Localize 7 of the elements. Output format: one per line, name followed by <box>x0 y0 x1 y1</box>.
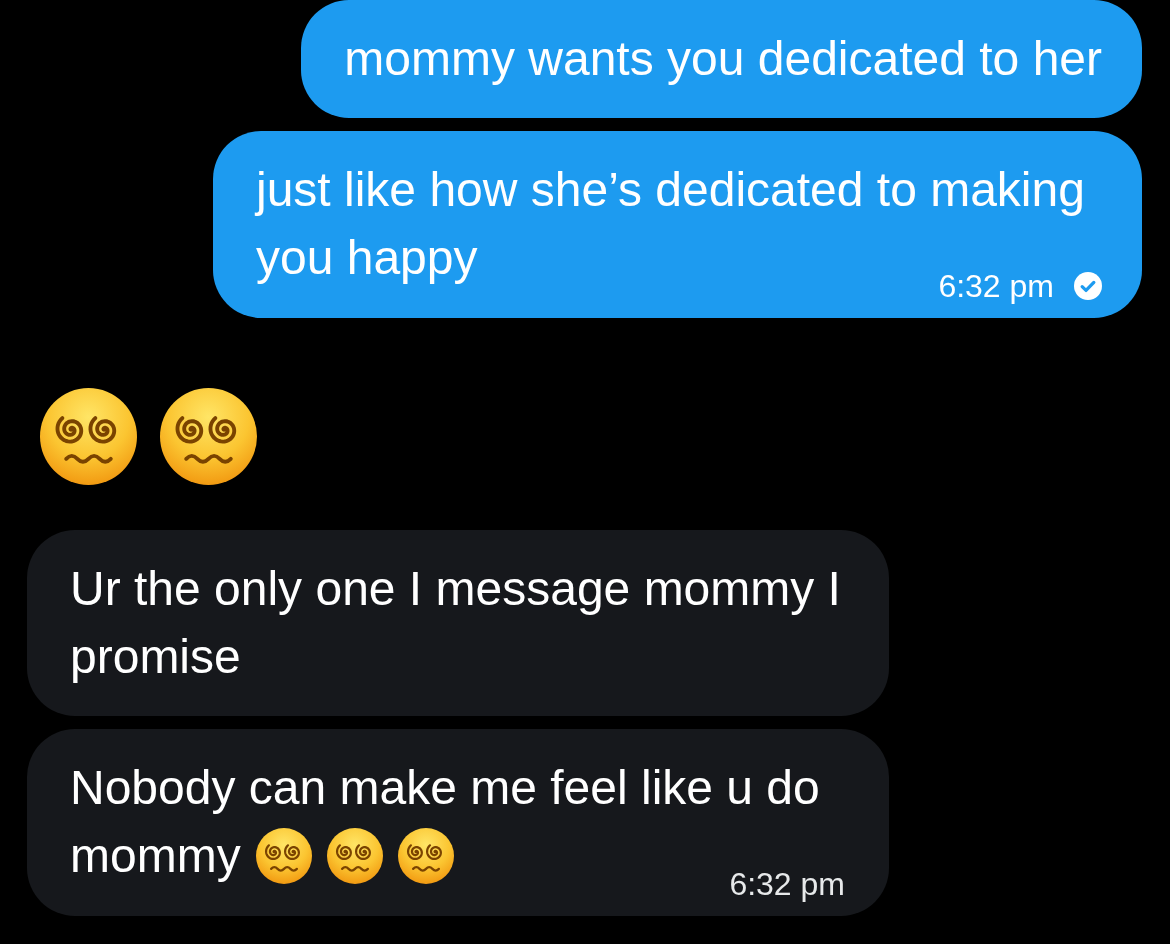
message-text: mommy wants you dedicated to her <box>344 32 1102 85</box>
message-text: Nobody can make me feel like u do <box>70 761 820 814</box>
dizzy-face-icon <box>255 828 312 885</box>
message-text: mommy <box>70 829 241 882</box>
dizzy-face-icon <box>326 828 383 885</box>
message-text: Ur the only one I message mommy I promise <box>70 562 841 683</box>
dizzy-face-icon <box>397 828 454 885</box>
